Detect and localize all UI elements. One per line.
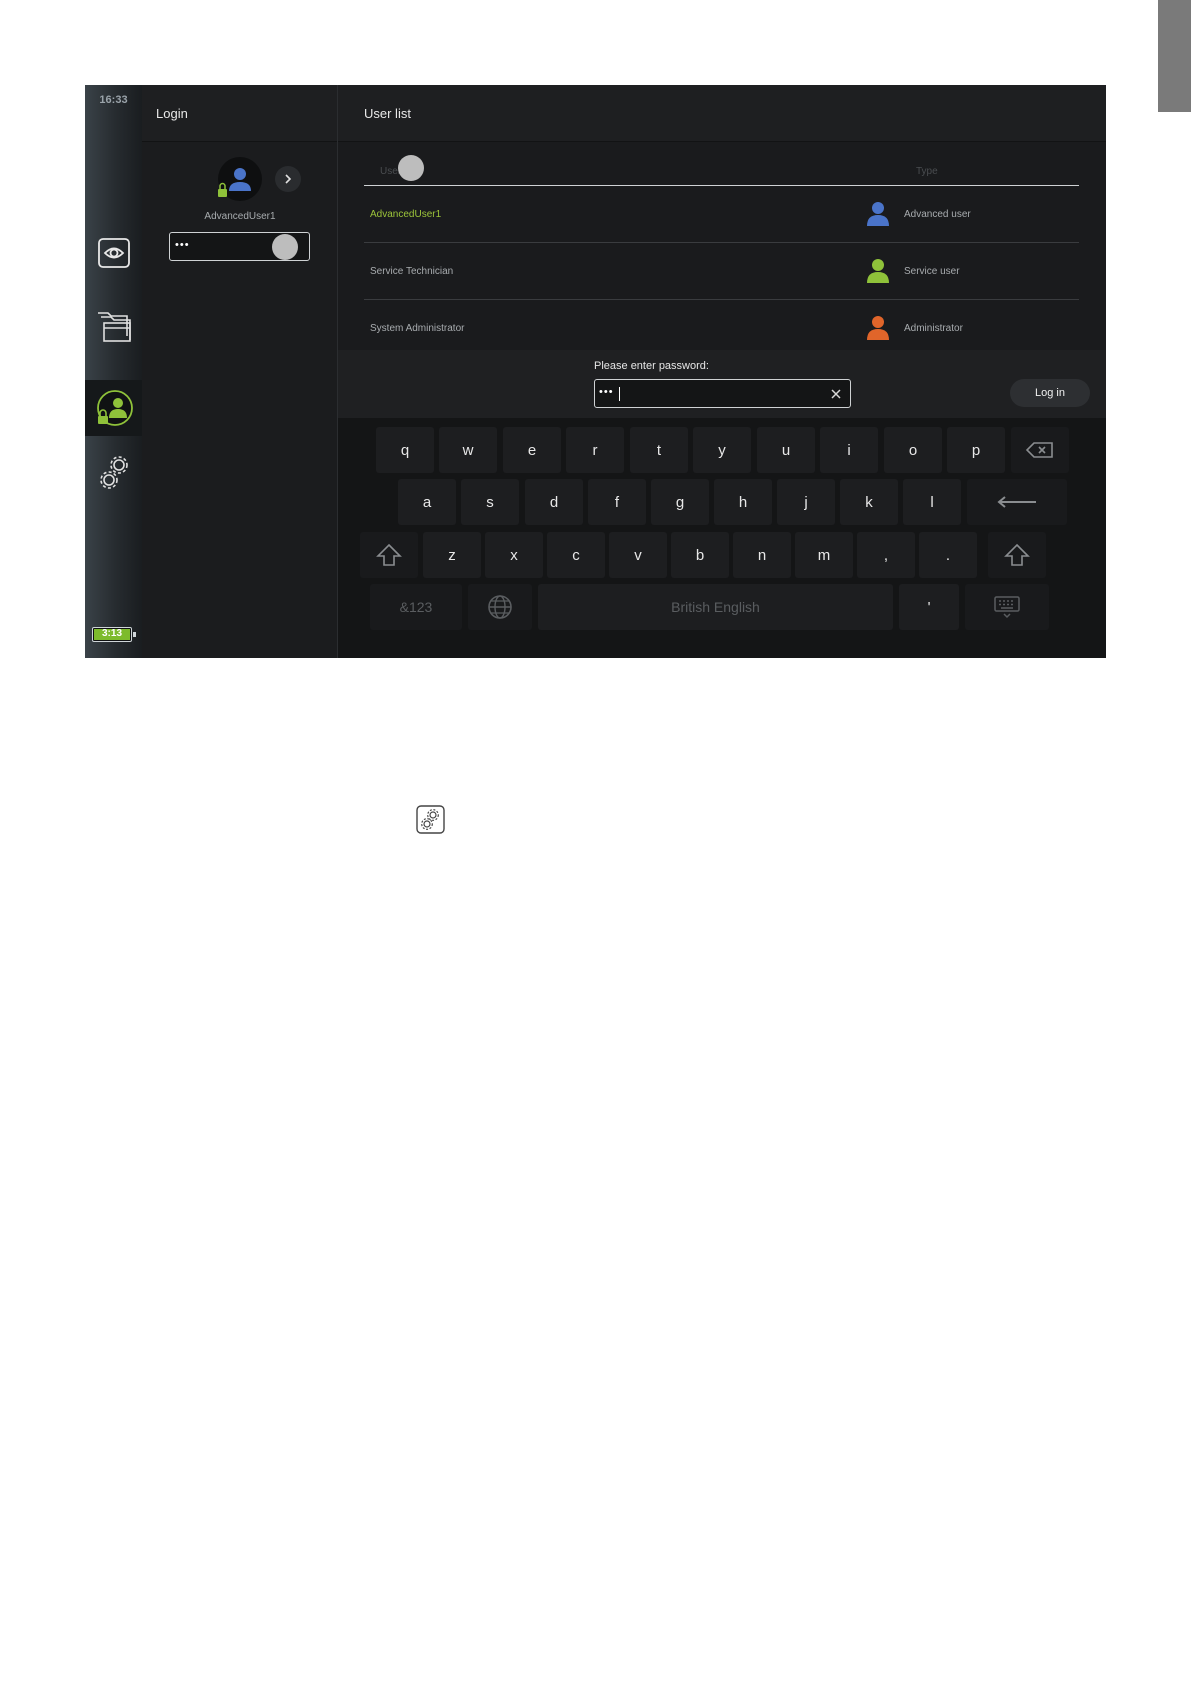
next-user-button[interactable]	[275, 166, 301, 192]
text-caret	[619, 387, 620, 401]
key-g[interactable]: g	[651, 479, 709, 525]
shift-left-key[interactable]	[360, 532, 418, 578]
key-u[interactable]: u	[757, 427, 815, 473]
globe-icon	[488, 595, 512, 619]
nav-live-view[interactable]	[85, 225, 142, 281]
key-f[interactable]: f	[588, 479, 646, 525]
nav-login[interactable]	[85, 380, 142, 436]
shift-icon	[1004, 543, 1030, 566]
key-p[interactable]: p	[947, 427, 1005, 473]
user-type: Advanced user	[904, 209, 971, 220]
nav-rail: 16:33 3:13	[85, 85, 142, 658]
key-h[interactable]: h	[714, 479, 772, 525]
touch-indicator	[398, 155, 424, 181]
keyboard-hide-icon	[994, 596, 1020, 619]
password-mask: •••	[175, 239, 190, 251]
hide-keyboard-key[interactable]	[965, 584, 1049, 630]
symbols-key[interactable]: &123	[370, 584, 462, 630]
user-type: Service user	[904, 266, 960, 277]
key-t[interactable]: t	[630, 427, 688, 473]
backspace-key[interactable]	[1011, 427, 1069, 473]
eye-icon	[97, 238, 130, 268]
key-k[interactable]: k	[840, 479, 898, 525]
close-icon	[831, 389, 841, 399]
key-s[interactable]: s	[461, 479, 519, 525]
clear-button[interactable]	[828, 386, 844, 402]
key-b[interactable]: b	[671, 532, 729, 578]
key-o[interactable]: o	[884, 427, 942, 473]
user-icon	[867, 202, 889, 226]
key-a[interactable]: a	[398, 479, 456, 525]
battery-indicator: 3:13	[92, 627, 136, 642]
user-icon	[218, 168, 251, 197]
battery-terminal	[133, 632, 136, 637]
battery-time: 3:13	[101, 628, 122, 639]
user-list-header	[338, 85, 1106, 142]
key-c[interactable]: c	[547, 532, 605, 578]
selected-username: AdvancedUser1	[204, 211, 276, 222]
key-m[interactable]: m	[795, 532, 853, 578]
shift-icon	[376, 543, 402, 566]
space-key[interactable]: British English	[538, 584, 893, 630]
user-name: AdvancedUser1	[370, 209, 442, 220]
user-name: Service Technician	[370, 266, 454, 277]
user-icon	[867, 316, 889, 340]
login-panel: Login AdvancedUser1 •••	[142, 85, 338, 658]
key-comma[interactable]: ,	[857, 532, 915, 578]
key-period[interactable]: .	[919, 532, 977, 578]
key-l[interactable]: l	[903, 479, 961, 525]
key-x[interactable]: x	[485, 532, 543, 578]
column-header-type[interactable]: Type	[916, 166, 938, 177]
nav-settings[interactable]	[85, 445, 142, 501]
user-list-panel: User list User Type AdvancedUser1 Advanc…	[338, 85, 1106, 658]
key-n[interactable]: n	[733, 532, 791, 578]
key-w[interactable]: w	[439, 427, 497, 473]
page-edge-tab	[1158, 0, 1191, 112]
password-entry-bar: Please enter password: ••• Log in	[338, 350, 1106, 418]
avatar	[218, 157, 262, 201]
log-in-button[interactable]: Log in	[1010, 379, 1090, 407]
on-screen-keyboard: q w e r t y u i o p a s d f g h j k l z …	[338, 418, 1106, 658]
password-prompt: Please enter password:	[594, 360, 709, 372]
user-type: Administrator	[904, 323, 963, 334]
key-j[interactable]: j	[777, 479, 835, 525]
key-y[interactable]: y	[693, 427, 751, 473]
backspace-icon	[1025, 442, 1053, 458]
nav-archive[interactable]	[85, 297, 142, 353]
enter-key[interactable]	[967, 479, 1067, 525]
folders-icon	[97, 312, 131, 342]
language-key[interactable]	[468, 584, 532, 630]
password-input[interactable]: •••	[594, 379, 851, 408]
touch-indicator	[272, 234, 298, 260]
key-v[interactable]: v	[609, 532, 667, 578]
key-r[interactable]: r	[566, 427, 624, 473]
clock: 16:33	[99, 94, 128, 106]
user-icon	[867, 259, 889, 283]
user-row[interactable]: Service Technician Service user	[364, 243, 1079, 300]
user-row[interactable]: System Administrator Administrator	[364, 300, 1079, 357]
login-panel-title: Login	[156, 106, 188, 121]
device-screen: 16:33 3:13 Login AdvancedUser1 ••• User …	[85, 85, 1106, 658]
key-z[interactable]: z	[423, 532, 481, 578]
key-q[interactable]: q	[376, 427, 434, 473]
chevron-right-icon	[285, 174, 292, 184]
key-d[interactable]: d	[525, 479, 583, 525]
key-e[interactable]: e	[503, 427, 561, 473]
enter-icon	[997, 496, 1036, 508]
key-i[interactable]: i	[820, 427, 878, 473]
user-lock-icon	[96, 390, 133, 426]
gears-icon	[416, 805, 445, 834]
user-name: System Administrator	[370, 323, 465, 334]
gears-icon	[99, 456, 128, 489]
settings-icon-glyph	[416, 805, 445, 834]
shift-right-key[interactable]	[988, 532, 1046, 578]
user-list-title: User list	[364, 106, 411, 121]
password-mask: •••	[599, 386, 614, 398]
user-row[interactable]: AdvancedUser1 Advanced user	[364, 186, 1079, 243]
key-apostrophe[interactable]: '	[899, 584, 959, 630]
